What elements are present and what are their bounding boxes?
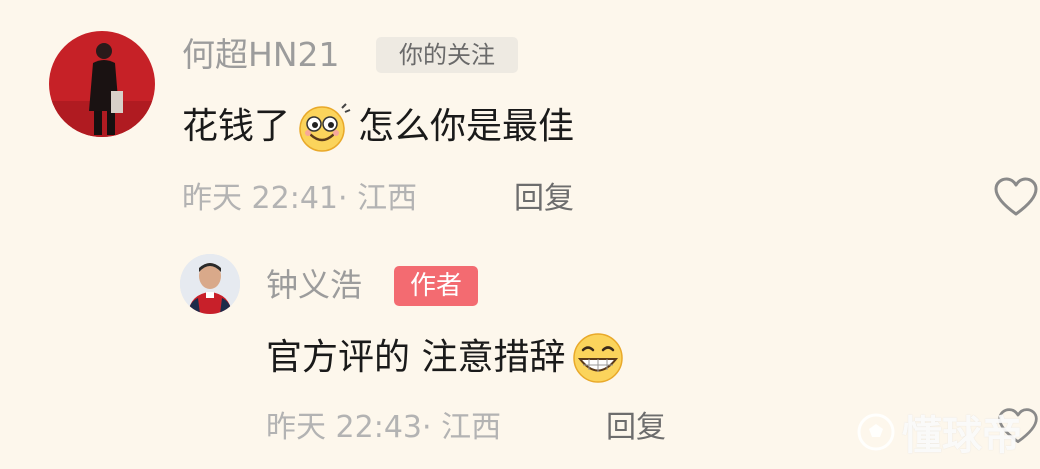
watermark-text: 懂球帝 [902,412,1022,459]
comment-meta: 昨天 22:41· 江西 [182,184,417,214]
location: 江西 [357,181,418,216]
watermark: 懂球帝 [856,412,1022,459]
comment-meta: 昨天 22:43· 江西 [266,413,501,443]
heart-icon [992,177,1040,226]
following-badge: 你的关注 [376,37,518,73]
timestamp: 昨天 22:43 [266,410,422,445]
comment-text-part: 官方评的 注意措辞 [266,337,566,378]
reply-button[interactable]: 回复 [514,184,574,214]
timestamp: 昨天 22:41 [182,181,338,216]
username[interactable]: 何超HN21 [182,38,340,71]
avatar[interactable] [180,254,240,314]
soccer-ball-icon [856,412,896,459]
like-button[interactable] [992,174,1040,222]
reply-button[interactable]: 回复 [606,413,666,443]
comment-text: 官方评的 注意措辞 [266,333,627,383]
grin-emoji-icon [569,332,627,384]
meta-separator: · [338,181,358,216]
comment-text-part: 怎么你是最佳 [358,106,575,147]
comment-text: 花钱了 怎么你是最佳 [182,102,575,152]
author-badge: 作者 [394,266,478,306]
username[interactable]: 钟义浩 [266,269,362,301]
smile-emoji-icon [296,102,352,152]
location: 江西 [441,410,502,445]
avatar[interactable] [49,31,155,137]
comment-text-part: 花钱了 [182,106,291,147]
meta-separator: · [422,410,442,445]
